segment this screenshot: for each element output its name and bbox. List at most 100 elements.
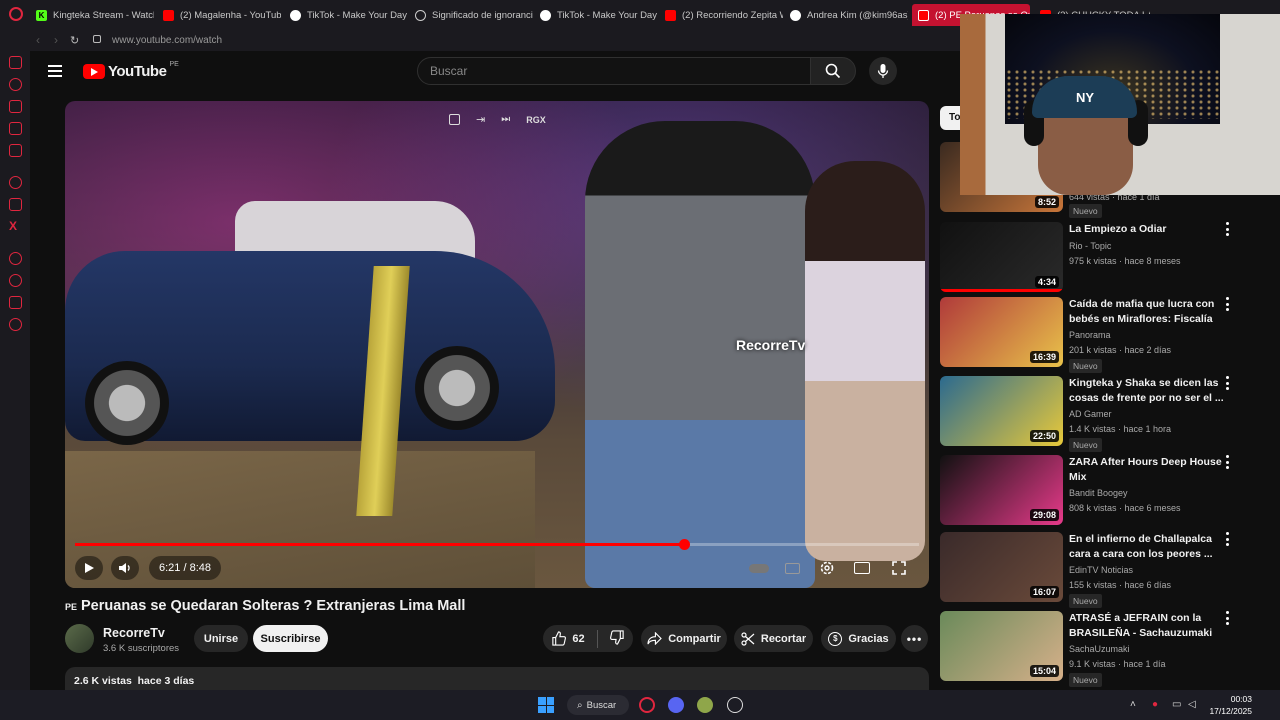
browser-tab[interactable]: K Kingteka Stream - Watch <box>36 4 154 26</box>
theater-mode-button[interactable] <box>850 556 874 580</box>
sidebar-app-icon[interactable] <box>9 144 22 157</box>
video-thumbnail[interactable]: 4:34 <box>940 222 1063 292</box>
scissors-icon <box>741 631 755 646</box>
url-field[interactable]: www.youtube.com/watch <box>112 35 222 46</box>
browser-tab[interactable]: (2) Recorriendo Zepita W <box>665 4 783 26</box>
menu-icon[interactable] <box>48 65 62 77</box>
speaker-icon[interactable]: ◁ <box>1188 699 1196 710</box>
miniplayer-icon[interactable] <box>449 114 460 125</box>
more-actions-button[interactable]: ••• <box>901 625 928 652</box>
play-button[interactable] <box>75 556 103 580</box>
recommendation-item[interactable]: 4:34 La Empiezo a Odiar Rio - Topic 975 k v… <box>940 222 1270 296</box>
sidebar-app-icon[interactable] <box>9 198 22 211</box>
recommendation-channel[interactable]: Bandit Boogey <box>1069 488 1128 498</box>
x-icon[interactable]: X <box>9 220 22 233</box>
share-button[interactable]: Compartir <box>641 625 727 652</box>
microphone-icon[interactable]: ● <box>1152 699 1158 710</box>
video-thumbnail[interactable]: 22:50 <box>940 376 1063 446</box>
next-icon[interactable]: ⏭ <box>501 114 510 125</box>
description-box[interactable]: 2.6 K vistas hace 3 días <box>65 667 929 692</box>
recommendation-channel[interactable]: AD Gamer <box>1069 409 1112 419</box>
recommendation-channel[interactable]: Rio - Topic <box>1069 241 1111 251</box>
recommendation-item[interactable]: 29:08 ZARA After Hours Deep House Mix Band… <box>940 455 1270 529</box>
recommendation-item[interactable]: 16:39 Caída de mafia que lucra con bebés … <box>940 297 1270 373</box>
reload-icon[interactable]: ↻ <box>70 34 79 47</box>
browser-tab[interactable]: TikTok - Make Your Day <box>290 4 408 26</box>
country-flag: PE <box>65 602 78 612</box>
dislike-button[interactable] <box>609 629 625 648</box>
search-button[interactable] <box>810 57 856 85</box>
history-icon[interactable] <box>9 274 22 287</box>
video-thumbnail[interactable]: 16:07 <box>940 532 1063 602</box>
browser-tab[interactable]: (2) Magalenha - YouTube <box>163 4 281 26</box>
recommendation-meta: 155 k vistas · hace 6 días <box>1069 580 1172 590</box>
settings-icon[interactable] <box>9 318 22 331</box>
recommendation-channel[interactable]: SachaUzumaki <box>1069 644 1130 654</box>
more-vertical-icon[interactable] <box>1226 297 1230 311</box>
clip-button[interactable]: Recortar <box>734 625 813 652</box>
like-button[interactable]: 62 <box>551 631 585 646</box>
fullscreen-button[interactable] <box>887 556 911 580</box>
recommendation-item[interactable]: 15:04 ATRASÉ a JEFRAIN con la BRASILEÑA -… <box>940 611 1270 687</box>
sidebar-app-icon[interactable] <box>9 78 22 91</box>
browser-tab[interactable]: Significado de ignorancia <box>415 4 533 26</box>
more-vertical-icon[interactable] <box>1226 376 1230 390</box>
video-thumbnail[interactable]: 15:04 <box>940 611 1063 681</box>
autoplay-toggle[interactable] <box>747 556 771 580</box>
video-thumbnail[interactable]: 16:39 <box>940 297 1063 367</box>
more-vertical-icon[interactable] <box>1226 222 1230 236</box>
taskbar-search[interactable]: ⌕ Buscar <box>567 695 629 715</box>
recommendation-title[interactable]: ATRASÉ a JEFRAIN con la BRASILEÑA - Sach… <box>1069 611 1229 641</box>
network-icon[interactable]: ▭ <box>1172 699 1181 710</box>
more-vertical-icon[interactable] <box>1226 532 1230 546</box>
sidebar-app-icon[interactable] <box>9 122 22 135</box>
settings-button[interactable] <box>815 556 839 580</box>
exit-icon[interactable]: ⇥ <box>476 113 485 126</box>
recommendation-title[interactable]: La Empiezo a Odiar <box>1069 222 1229 237</box>
recommendation-title[interactable]: Kingteka y Shaka se dicen las cosas de f… <box>1069 376 1229 406</box>
recommendation-title[interactable]: En el infierno de Challapalca cara a car… <box>1069 532 1229 562</box>
windows-taskbar: ⌕ Buscar ˄ ● ▭ ◁ 00:03 17/12/2025 <box>0 690 1280 720</box>
discord-icon[interactable] <box>668 697 684 713</box>
obs-icon[interactable] <box>727 697 743 713</box>
voice-search-button[interactable] <box>869 57 897 85</box>
thanks-button[interactable]: $ Gracias <box>821 625 896 652</box>
recommendation-item[interactable]: 22:50 Kingteka y Shaka se dicen las cosas… <box>940 376 1270 452</box>
avatar[interactable] <box>65 624 94 653</box>
opera-gx-icon[interactable] <box>639 697 655 713</box>
browser-tab[interactable]: Andrea Kim (@kim96as) <box>790 4 908 26</box>
more-vertical-icon[interactable] <box>1226 611 1230 625</box>
video-player[interactable]: ⇥ ⏭ RGX RecorreTv 6:21 / 8:48 <box>65 101 929 588</box>
back-icon[interactable]: ‹ <box>36 33 40 47</box>
browser-logo-icon[interactable] <box>9 7 23 21</box>
overlay-label[interactable]: RGX <box>526 115 546 125</box>
recommendation-title[interactable]: Caída de mafia que lucra con bebés en Mi… <box>1069 297 1229 327</box>
sidebar-app-icon[interactable] <box>9 56 22 69</box>
video-thumbnail[interactable]: 29:08 <box>940 455 1063 525</box>
more-vertical-icon[interactable] <box>1226 455 1230 469</box>
search-input[interactable]: Buscar <box>417 57 811 85</box>
progress-bar[interactable] <box>75 539 919 550</box>
app-icon[interactable] <box>697 697 713 713</box>
join-button[interactable]: Unirse <box>194 625 248 652</box>
chevron-up-icon[interactable]: ˄ <box>1130 699 1136 710</box>
system-clock[interactable]: 00:03 17/12/2025 <box>1206 693 1252 717</box>
recommendation-title[interactable]: ZARA After Hours Deep House Mix <box>1069 455 1229 485</box>
sidebar-app-icon[interactable] <box>9 296 22 309</box>
volume-button[interactable] <box>111 556 139 580</box>
subscribe-button[interactable]: Suscribirse <box>253 625 328 652</box>
recommendation-channel[interactable]: Panorama <box>1069 330 1111 340</box>
sidebar-app-icon[interactable] <box>9 252 22 265</box>
recommendation-channel[interactable]: EdinTV Noticias <box>1069 565 1133 575</box>
youtube-logo[interactable]: YouTube PE <box>83 61 179 80</box>
recommendation-item[interactable]: 16:07 En el infierno de Challapalca cara … <box>940 532 1270 608</box>
scene-person <box>805 161 925 561</box>
filter-chip-all[interactable]: To <box>940 106 962 130</box>
subtitles-button[interactable] <box>780 556 804 580</box>
browser-tab[interactable]: TikTok - Make Your Day <box>540 4 658 26</box>
channel-name[interactable]: RecorreTv <box>103 626 165 640</box>
windows-start-icon[interactable] <box>538 697 554 713</box>
sidebar-app-icon[interactable] <box>9 100 22 113</box>
forward-icon[interactable]: › <box>54 33 58 47</box>
sidebar-app-icon[interactable] <box>9 176 22 189</box>
